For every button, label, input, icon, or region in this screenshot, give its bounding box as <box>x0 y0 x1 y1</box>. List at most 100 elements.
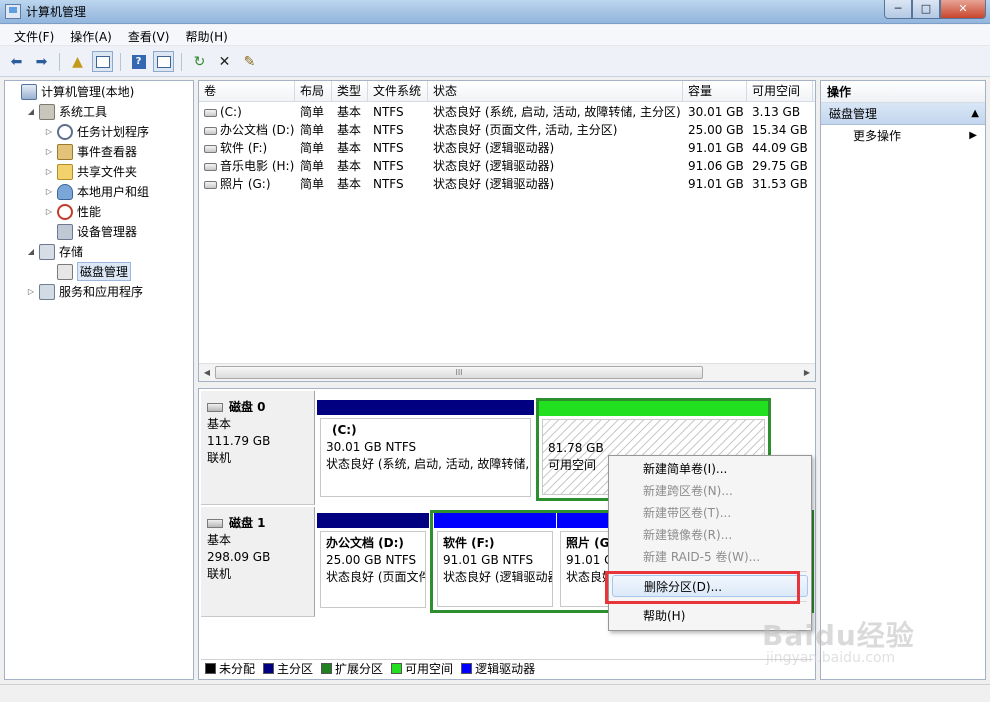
context-menu-item-0[interactable]: 新建简单卷(I)... <box>612 458 808 480</box>
actions-pane: 操作 磁盘管理 ▲ 更多操作 ▶ <box>820 80 986 680</box>
tree-item-label: 系统工具 <box>59 105 108 119</box>
table-row[interactable]: (C:) 简单 基本 NTFS 状态良好 (系统, 启动, 活动, 故障转储, 主分区)… <box>199 103 815 121</box>
tree-item-10[interactable]: ▷ 服务和应用程序 <box>26 282 143 301</box>
action-more-actions[interactable]: 更多操作 ▶ <box>821 125 985 147</box>
table-cell: 简单 <box>300 159 325 173</box>
column-capacity[interactable]: 容量 <box>683 81 747 102</box>
disk-1-info[interactable]: 磁盘 1 基本 298.09 GB 联机 <box>201 507 315 617</box>
table-cell: 状态良好 (页面文件, 活动, 主分区) <box>433 123 618 137</box>
table-row[interactable]: 软件 (F:) 简单 基本 NTFS 状态良好 (逻辑驱动器) 91.01 GB 44.09… <box>199 139 815 157</box>
tree-item-2[interactable]: ▷ 任务计划程序 <box>44 122 149 141</box>
tree-item-1[interactable]: ◢ 系统工具 <box>26 102 107 121</box>
tree-item-label: 设备管理器 <box>77 225 138 239</box>
context-menu-item-1[interactable]: 新建跨区卷(N)... <box>612 480 808 502</box>
volume-name: 音乐电影 (H:) <box>220 159 295 173</box>
legend-swatch <box>263 663 275 674</box>
column-status[interactable]: 状态 <box>428 81 683 102</box>
legend-swatch <box>321 663 333 674</box>
delete-icon[interactable]: ✕ <box>214 51 235 72</box>
menu-file[interactable]: 文件(F) <box>6 25 62 45</box>
menu-help[interactable]: 帮助(H) <box>177 25 235 45</box>
expand-twisty-icon[interactable]: ▷ <box>44 147 54 156</box>
tree-item-4[interactable]: ▷ 共享文件夹 <box>44 162 137 181</box>
table-row[interactable]: 办公文档 (D:) 简单 基本 NTFS 状态良好 (页面文件, 活动, 主分区) 25.… <box>199 121 815 139</box>
column-free-space[interactable]: 可用空间 <box>747 81 813 102</box>
context-menu-item-2[interactable]: 新建带区卷(T)... <box>612 502 808 524</box>
column-type[interactable]: 类型 <box>332 81 368 102</box>
legend-label: 逻辑驱动器 <box>475 662 536 676</box>
expanded-twisty-icon[interactable]: ◢ <box>26 247 36 256</box>
disk-0-info[interactable]: 磁盘 0 基本 111.79 GB 联机 <box>201 391 315 505</box>
horizontal-scrollbar[interactable]: ◀ III ▶ <box>199 363 815 381</box>
submenu-arrow-icon: ▶ <box>969 130 977 141</box>
legend-swatch <box>205 663 216 674</box>
table-cell: 状态良好 (逻辑驱动器) <box>433 141 555 155</box>
legend-item: 可用空间 <box>391 660 453 677</box>
expand-twisty-icon[interactable]: ▷ <box>44 207 54 216</box>
disk-drive-icon <box>207 519 223 528</box>
watermark-brand: Baidu经验 <box>762 619 915 652</box>
legend-item: 主分区 <box>263 660 313 677</box>
tree-item-9[interactable]: 磁盘管理 <box>44 262 132 281</box>
column-volume[interactable]: 卷 <box>199 81 295 102</box>
scroll-right-icon[interactable]: ▶ <box>801 366 813 379</box>
scroll-left-icon[interactable]: ◀ <box>201 366 213 379</box>
toolbar: ⬅ ➡ ▲ ? ↻ ✕ ✎ <box>0 47 990 77</box>
expand-twisty-icon[interactable]: ▷ <box>44 187 54 196</box>
tree-item-8[interactable]: ◢ 存储 <box>26 242 83 261</box>
partition-title: (C:) <box>332 423 357 437</box>
expand-twisty-icon[interactable]: ▷ <box>44 167 54 176</box>
disk-1-name: 磁盘 1 <box>207 515 308 532</box>
toolbar-separator <box>59 52 60 71</box>
partition-c[interactable]: (C:) 30.01 GB NTFS 状态良好 (系统, 启动, 活动, 故障转… <box>317 400 534 500</box>
volume-cell: 音乐电影 (H:) <box>199 157 295 175</box>
expand-twisty-icon[interactable]: ▷ <box>44 127 54 136</box>
table-cell: 91.01 GB <box>688 177 744 191</box>
expanded-twisty-icon[interactable]: ◢ <box>26 107 36 116</box>
table-cell: NTFS <box>373 177 404 191</box>
back-arrow-icon[interactable]: ⬅ <box>6 51 27 72</box>
disk-0-type: 基本 <box>207 417 232 431</box>
table-row[interactable]: 音乐电影 (H:) 简单 基本 NTFS 状态良好 (逻辑驱动器) 91.06 GB 29.… <box>199 157 815 175</box>
table-cell: 31.53 GB <box>752 177 808 191</box>
table-row[interactable]: 照片 (G:) 简单 基本 NTFS 状态良好 (逻辑驱动器) 91.01 GB 31.53… <box>199 175 815 193</box>
volume-icon <box>204 145 217 153</box>
tree-item-0[interactable]: 计算机管理(本地) <box>8 82 134 101</box>
disk-drive-icon <box>207 403 223 412</box>
maximize-button[interactable]: □ <box>912 0 940 19</box>
show-hide-action-pane-icon[interactable] <box>153 51 174 72</box>
column-filesystem[interactable]: 文件系统 <box>368 81 428 102</box>
disk-0-name: 磁盘 0 <box>207 399 308 416</box>
context-menu-item-3[interactable]: 新建镜像卷(R)... <box>612 524 808 546</box>
show-hide-tree-icon[interactable] <box>92 51 113 72</box>
computer-management-icon <box>5 4 21 19</box>
partition-f[interactable]: 软件 (F:) 91.01 GB NTFS 状态良好 (逻辑驱动器 <box>434 513 556 610</box>
forward-arrow-icon[interactable]: ➡ <box>31 51 52 72</box>
tree-item-label: 事件查看器 <box>77 145 138 159</box>
up-folder-icon[interactable]: ▲ <box>67 51 88 72</box>
close-button[interactable]: ✕ <box>940 0 986 19</box>
help-icon[interactable]: ? <box>128 51 149 72</box>
tree-item-label: 磁盘管理 <box>77 262 132 281</box>
context-menu-item-4[interactable]: 新建 RAID-5 卷(W)... <box>612 546 808 568</box>
tree-item-7[interactable]: 设备管理器 <box>44 222 137 241</box>
properties-icon[interactable]: ✎ <box>239 51 260 72</box>
minimize-button[interactable]: ─ <box>884 0 912 19</box>
partition-size: 91.01 GB NTFS <box>443 553 534 567</box>
disk-1-type: 基本 <box>207 533 232 547</box>
partition-status: 状态良好 (系统, 启动, 活动, 故障转储, <box>326 457 530 471</box>
partition-d[interactable]: 办公文档 (D:) 25.00 GB NTFS 状态良好 (页面文件 <box>317 513 429 611</box>
table-cell: 状态良好 (系统, 启动, 活动, 故障转储, 主分区) <box>433 105 681 119</box>
menu-action[interactable]: 操作(A) <box>62 25 120 45</box>
tree-item-5[interactable]: ▷ 本地用户和组 <box>44 182 149 201</box>
logical-drive-bar <box>434 513 556 528</box>
actions-section-disk-management[interactable]: 磁盘管理 ▲ <box>821 103 985 125</box>
column-layout[interactable]: 布局 <box>295 81 332 102</box>
collapse-caret-icon[interactable]: ▲ <box>971 103 979 125</box>
menu-view[interactable]: 查看(V) <box>120 25 178 45</box>
tree-item-3[interactable]: ▷ 事件查看器 <box>44 142 137 161</box>
tree-item-6[interactable]: ▷ 性能 <box>44 202 101 221</box>
refresh-icon[interactable]: ↻ <box>189 51 210 72</box>
expand-twisty-icon[interactable]: ▷ <box>26 287 36 296</box>
scroll-thumb[interactable]: III <box>215 366 703 379</box>
